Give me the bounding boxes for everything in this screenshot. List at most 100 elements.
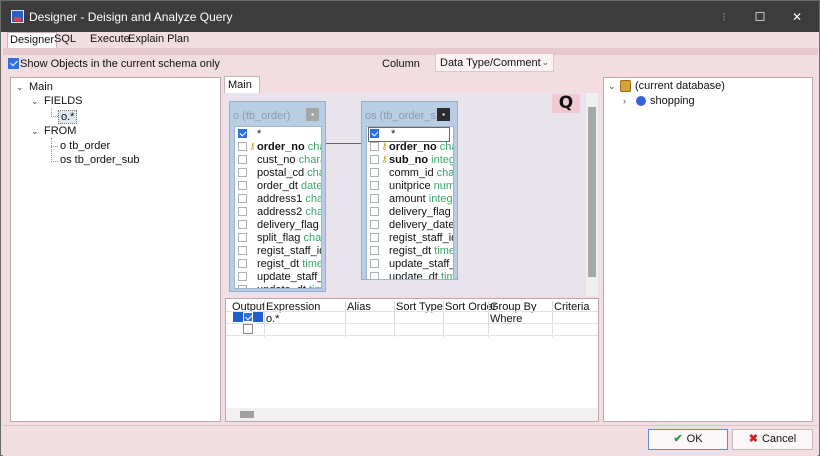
expression-cell[interactable]: o.* <box>266 313 279 325</box>
field-row[interactable]: delivery_flag ch <box>235 219 321 232</box>
field-row[interactable]: delivery_flag ch <box>367 206 453 219</box>
maximize-button[interactable]: ☐ <box>745 7 775 27</box>
field-checkbox[interactable] <box>238 129 247 138</box>
field-checkbox[interactable] <box>370 129 379 138</box>
field-checkbox[interactable] <box>238 181 247 190</box>
field-checkbox[interactable] <box>238 285 247 288</box>
tab-designer[interactable]: Designer <box>7 32 58 48</box>
tree-node-schema[interactable]: shopping <box>650 95 695 107</box>
field-row[interactable]: delivery_date d <box>367 219 454 232</box>
close-button[interactable]: ✕ <box>782 7 812 27</box>
field-checkbox[interactable] <box>370 207 379 216</box>
field-checkbox[interactable] <box>238 272 247 281</box>
scroll-thumb[interactable] <box>240 411 254 418</box>
help-icon: ⁝ <box>722 10 726 24</box>
field-checkbox[interactable] <box>370 246 379 255</box>
tree-node-from[interactable]: FROM <box>44 125 76 137</box>
field-row[interactable]: regist_dt times <box>235 258 321 271</box>
field-row[interactable]: regist_staff_id c <box>367 232 453 245</box>
field-checkbox[interactable] <box>238 155 247 164</box>
field-row[interactable]: postal_cd chara <box>235 167 321 180</box>
field-row[interactable]: ⚷order_no chara <box>367 141 453 154</box>
field-row[interactable]: order_dt date / <box>235 180 321 193</box>
column-select-value: Data Type/Comment <box>440 57 541 69</box>
field-row[interactable]: amount intege <box>367 193 453 206</box>
show-objects-checkbox[interactable] <box>8 58 19 69</box>
horizontal-scrollbar[interactable] <box>226 408 598 421</box>
field-checkbox[interactable] <box>238 194 247 203</box>
field-checkbox[interactable] <box>238 142 247 151</box>
field-row[interactable]: split_flag chara <box>235 232 321 245</box>
field-name: postal_cd chara <box>257 167 321 179</box>
field-list: *⚷order_no chara⚷sub_no integercomm_id c… <box>366 126 454 280</box>
button-bar: ✔ OK ✖ Cancel <box>3 425 818 456</box>
tree-node-from-item[interactable]: o tb_order <box>60 140 110 152</box>
field-checkbox[interactable] <box>370 272 379 279</box>
designer-window: Designer - Deisign and Analyze Query ⁝ ☐… <box>0 0 820 456</box>
field-checkbox[interactable] <box>370 194 379 203</box>
field-name: update_dt time <box>389 271 453 279</box>
collapse-icon[interactable]: ⌄ <box>31 126 39 137</box>
field-type: times <box>302 258 321 270</box>
field-checkbox[interactable] <box>370 181 379 190</box>
collapse-icon[interactable]: ⌄ <box>608 81 616 92</box>
ok-button[interactable]: ✔ OK <box>648 429 728 450</box>
collapse-icon[interactable]: ⌄ <box>31 96 39 107</box>
group-by-cell[interactable]: Where <box>490 313 522 325</box>
output-checkbox[interactable] <box>243 324 253 334</box>
app-icon <box>11 10 24 23</box>
field-checkbox[interactable] <box>238 233 247 242</box>
field-checkbox[interactable] <box>370 168 379 177</box>
tree-node-field-item[interactable]: o.* <box>58 110 78 124</box>
field-checkbox[interactable] <box>370 155 379 164</box>
field-row[interactable]: address1 chara <box>235 193 321 206</box>
field-row[interactable]: comm_id chara <box>367 167 453 180</box>
close-icon[interactable]: ▪ <box>437 108 450 121</box>
table-box-tb-order[interactable]: o (tb_order) ▪ *⚷order_no characust_no c… <box>229 101 326 292</box>
field-list: *⚷order_no characust_no characpostal_cd … <box>234 126 322 289</box>
tree-node-from-item[interactable]: os tb_order_sub <box>60 154 140 166</box>
field-row[interactable]: ⚷sub_no integer <box>367 154 453 167</box>
field-row[interactable]: update_dt time <box>235 284 321 288</box>
close-icon[interactable]: ▪ <box>306 108 319 121</box>
vertical-scrollbar[interactable] <box>586 93 598 296</box>
tree-node-database[interactable]: (current database) <box>635 80 725 92</box>
diagram-canvas[interactable]: Q o (tb_order) ▪ *⚷order_no characust_no… <box>225 93 599 296</box>
field-name: regist_dt times <box>389 245 453 257</box>
field-checkbox[interactable] <box>370 220 379 229</box>
output-checkbox[interactable] <box>243 312 253 322</box>
field-checkbox[interactable] <box>370 259 379 268</box>
field-row[interactable]: unitprice nume <box>367 180 453 193</box>
field-name: delivery_date d <box>389 219 454 231</box>
field-checkbox[interactable] <box>238 246 247 255</box>
tab-explain-plan[interactable]: Explain Plan <box>126 32 191 48</box>
field-checkbox[interactable] <box>370 233 379 242</box>
field-checkbox[interactable] <box>238 207 247 216</box>
field-row[interactable]: ⚷order_no chara <box>235 141 321 154</box>
field-row[interactable]: cust_no charac <box>235 154 321 167</box>
tab-sql[interactable]: SQL <box>52 32 78 48</box>
field-row[interactable]: regist_dt times <box>367 245 453 258</box>
field-row[interactable]: address2 chara <box>235 206 321 219</box>
field-row[interactable]: * <box>368 127 450 142</box>
tree-node-main[interactable]: Main <box>29 81 53 93</box>
field-checkbox[interactable] <box>238 259 247 268</box>
field-checkbox[interactable] <box>238 220 247 229</box>
table-box-tb-order-sub[interactable]: os (tb_order_s... ▪ *⚷order_no chara⚷sub… <box>361 101 458 280</box>
field-row[interactable]: update_staff_id <box>367 258 453 271</box>
column-select[interactable]: Data Type/Comment ⌄ <box>435 53 554 72</box>
field-type: intege <box>428 193 453 205</box>
field-row[interactable]: update_dt time <box>367 271 453 279</box>
tree-node-fields[interactable]: FIELDS <box>44 95 83 107</box>
field-checkbox[interactable] <box>238 168 247 177</box>
field-row[interactable]: regist_staff_id c <box>235 245 321 258</box>
field-name: cust_no charac <box>257 154 321 166</box>
field-row[interactable]: update_staff_id <box>235 271 321 284</box>
expand-icon[interactable]: › <box>623 96 626 106</box>
field-row[interactable]: * <box>235 128 321 141</box>
tab-main[interactable]: Main <box>224 76 260 93</box>
scroll-thumb[interactable] <box>588 107 596 277</box>
collapse-icon[interactable]: ⌄ <box>16 82 24 93</box>
field-checkbox[interactable] <box>370 142 379 151</box>
cancel-button[interactable]: ✖ Cancel <box>732 429 813 450</box>
